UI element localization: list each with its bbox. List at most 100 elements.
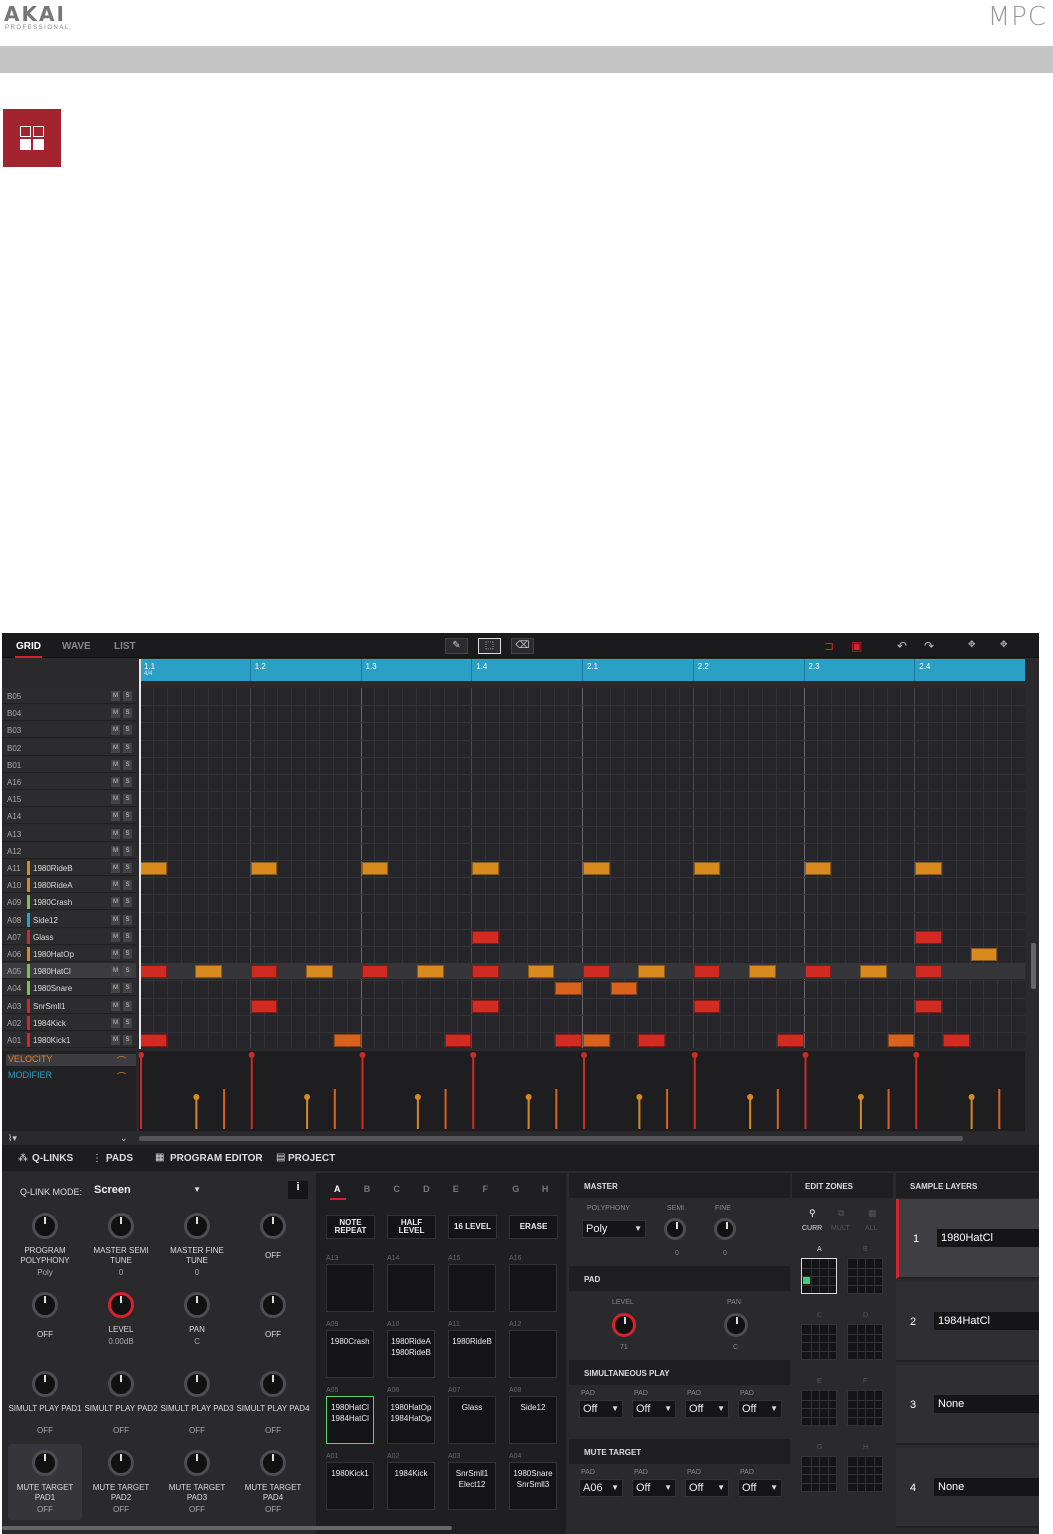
pencil-icon[interactable]: ✎ (445, 638, 468, 654)
qlink-knob[interactable] (184, 1292, 210, 1318)
velocity-lane[interactable] (139, 1051, 1025, 1131)
midi-note[interactable] (555, 1034, 582, 1047)
solo-button[interactable]: S (123, 742, 132, 753)
drum-pad[interactable] (448, 1264, 496, 1312)
drum-pad[interactable]: Side12 (509, 1396, 557, 1444)
tab-pads[interactable]: PADS (106, 1153, 133, 1164)
layer-sample-field[interactable]: None (934, 1478, 1039, 1496)
sample-layer[interactable]: 3 None (896, 1365, 1039, 1445)
velocity-handle[interactable] (802, 1052, 809, 1058)
pad-bank-g[interactable]: G (512, 1184, 519, 1194)
qlink-knob[interactable] (184, 1213, 210, 1239)
qlink-knob[interactable] (32, 1292, 58, 1318)
simultaneous-select[interactable]: Off (685, 1400, 729, 1418)
mute-button[interactable]: M (111, 811, 120, 822)
qlink-knob[interactable] (184, 1450, 210, 1476)
midi-note[interactable] (915, 930, 942, 944)
undo-icon[interactable]: ↶ (897, 639, 907, 653)
velocity-handle[interactable] (968, 1094, 975, 1100)
mute-button[interactable]: M (111, 742, 120, 753)
polyphony-select[interactable]: Poly (582, 1220, 646, 1238)
pad-action-button[interactable]: HALF LEVEL (387, 1215, 436, 1239)
layer-sample-field[interactable]: 1984HatCl (934, 1312, 1039, 1330)
pad-lane[interactable]: A09 1980Crash M S (2, 894, 136, 911)
all-icon[interactable]: ▦ (868, 1208, 877, 1219)
pad-lane[interactable]: A08 Side12 M S (2, 911, 136, 928)
midi-note[interactable] (583, 862, 610, 875)
timeline-ruler[interactable]: 1.1 4/4 1.2 1.3 1.4 2.1 2.2 2.3 2.4 (139, 659, 1025, 681)
velocity-handle[interactable] (139, 1052, 144, 1058)
drum-pad[interactable]: 1984Kick (387, 1462, 435, 1510)
edit-zone-c[interactable] (801, 1324, 837, 1360)
midi-note[interactable] (306, 965, 333, 979)
midi-note[interactable] (416, 965, 444, 979)
qlink-knob[interactable] (108, 1371, 134, 1397)
qlink-knob[interactable] (260, 1371, 286, 1397)
zoom-vertical-icon[interactable]: ✥ (1000, 639, 1008, 650)
qlink-knob[interactable] (260, 1292, 286, 1318)
midi-note[interactable] (583, 965, 610, 979)
pad-action-button[interactable]: 16 LEVEL (448, 1215, 497, 1239)
midi-note[interactable] (942, 1034, 970, 1047)
simultaneous-select[interactable]: Off (738, 1400, 782, 1418)
drum-pad[interactable]: Glass (448, 1396, 496, 1444)
pad-lane[interactable]: A07 Glass M S (2, 928, 136, 945)
chevron-down-icon[interactable]: ⌄ (120, 1133, 128, 1144)
drum-pad[interactable]: 1980Snare SnrSmll3 (509, 1462, 557, 1510)
qlink-knob[interactable] (184, 1371, 210, 1397)
simultaneous-select[interactable]: Off (632, 1400, 676, 1418)
pad-lane[interactable]: A11 1980RideB M S (2, 860, 136, 876)
pad-lane[interactable]: B04 M S (2, 705, 136, 722)
solo-button[interactable]: S (123, 725, 132, 736)
midi-note[interactable] (472, 930, 499, 944)
qlink-knob[interactable] (32, 1450, 58, 1476)
qlink-knob[interactable] (260, 1213, 286, 1239)
midi-note[interactable] (804, 965, 832, 979)
semi-knob[interactable] (664, 1218, 686, 1240)
pad-lane[interactable]: B03 M S (2, 722, 136, 739)
pad-bank-d[interactable]: D (423, 1184, 430, 1194)
mute_target-select[interactable]: A06 (579, 1479, 623, 1497)
tab-project[interactable]: PROJECT (288, 1153, 335, 1164)
pad-lane[interactable]: A02 1984Kick M S (2, 1014, 136, 1031)
midi-note[interactable] (638, 965, 666, 979)
mute_target-select[interactable]: Off (632, 1479, 676, 1497)
mute_target-select[interactable]: Off (738, 1479, 782, 1497)
drum-pad[interactable] (387, 1264, 435, 1312)
mute-button[interactable]: M (111, 725, 120, 736)
velocity-handle[interactable] (304, 1094, 311, 1100)
mute-button[interactable]: M (111, 1017, 120, 1028)
zoom-horizontal-icon[interactable]: ✥ (968, 639, 976, 650)
velocity-handle[interactable] (414, 1094, 421, 1100)
velocity-curve-icon[interactable]: ⌒ (117, 1054, 126, 1067)
select-icon[interactable]: ⬚ (478, 638, 501, 654)
velocity-handle[interactable] (747, 1094, 754, 1100)
layer-sample-field[interactable]: None (934, 1395, 1039, 1413)
loop-icon[interactable]: ▣ (851, 639, 862, 653)
midi-note[interactable] (472, 862, 499, 875)
velocity-handle[interactable] (193, 1094, 200, 1100)
edit-zone-b[interactable] (847, 1258, 883, 1294)
pad-bank-a[interactable]: A (334, 1184, 341, 1194)
redo-icon[interactable]: ↷ (924, 639, 934, 653)
solo-button[interactable]: S (123, 828, 132, 839)
pad-action-button[interactable]: ERASE (509, 1215, 558, 1239)
tab-wave[interactable]: WAVE (62, 641, 91, 652)
edit-zone-d[interactable] (847, 1324, 883, 1360)
mute-button[interactable]: M (111, 931, 120, 942)
pad-lane[interactable]: B02 M S (2, 739, 136, 756)
midi-note[interactable] (140, 965, 167, 979)
mute-button[interactable]: M (111, 966, 120, 977)
mute-button[interactable]: M (111, 828, 120, 839)
edit-zone-g[interactable] (801, 1456, 837, 1492)
mute-button[interactable]: M (111, 914, 120, 925)
midi-note[interactable] (693, 999, 721, 1013)
mute-button[interactable]: M (111, 983, 120, 994)
midi-note[interactable] (140, 862, 167, 875)
midi-note[interactable] (749, 965, 776, 979)
solo-button[interactable]: S (123, 794, 132, 805)
midi-note[interactable] (915, 862, 942, 875)
solo-button[interactable]: S (123, 777, 132, 787)
mute-button[interactable]: M (111, 708, 120, 719)
mute-button[interactable]: M (111, 863, 120, 873)
